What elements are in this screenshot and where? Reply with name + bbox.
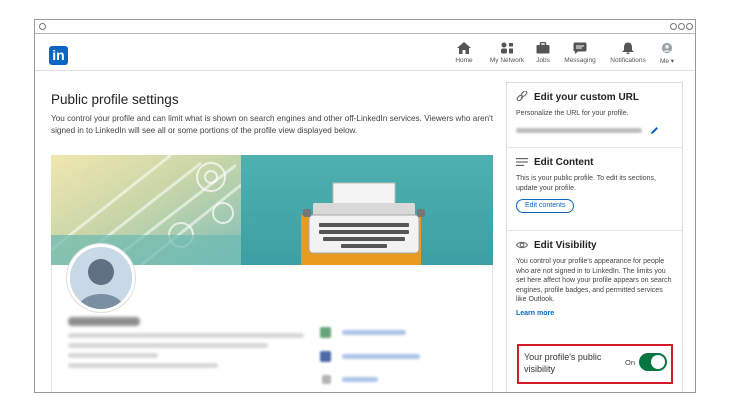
nav-messaging[interactable]: Messaging [557,42,603,70]
nav-me-label: Me ▾ [659,58,675,65]
nav-me[interactable]: Me ▾ [647,42,687,70]
edit-contents-button[interactable]: Edit contents [516,199,575,214]
profile-avatar [67,244,135,312]
school-logo-icon [320,351,331,362]
edit-visibility-section: Edit Visibility You control your profile… [507,231,682,341]
learn-more-link[interactable]: Learn more [516,310,673,317]
blurred-headline [68,353,158,358]
briefcase-icon [536,42,550,54]
edit-visibility-title: Edit Visibility [534,239,597,251]
profile-settings-intro: Public profile settings You control your… [51,92,495,137]
nav-messaging-label: Messaging [564,57,596,64]
pencil-icon[interactable] [650,126,659,135]
nav-notifications[interactable]: Notifications [605,42,651,70]
nav-home-label: Home [455,57,473,64]
page-description: You control your profile and can limit w… [51,114,493,135]
top-nav: in Home My Network Jobs Messaging Notifi… [35,35,695,71]
network-icon [501,42,513,54]
blurred-company-link [342,330,406,335]
blurred-profile-url [516,127,642,133]
blurred-headline [68,333,304,338]
main-content: Public profile settings You control your… [35,72,695,392]
blurred-headline [68,343,268,348]
nav-notifications-label: Notifications [610,57,646,64]
custom-url-section: Edit your custom URL Personalize the URL… [507,83,682,148]
avatar-icon [661,42,673,54]
eye-icon [516,241,528,249]
company-logo-icon [320,327,331,338]
custom-url-title: Edit your custom URL [534,91,640,103]
edit-visibility-description: You control your profile's appearance fo… [516,258,672,304]
public-visibility-highlight: Your profile's public visibility On [517,344,673,384]
chat-icon [573,42,587,54]
default-avatar-icon [70,247,132,309]
toggle-knob [651,355,665,369]
home-icon [457,42,471,54]
blurred-website-link [342,377,378,382]
blurred-profile-name [68,317,140,326]
public-visibility-toggle[interactable] [639,353,667,371]
custom-url-description: Personalize the URL for your profile. [516,110,629,117]
public-visibility-state: On [625,358,636,367]
public-visibility-label: Your profile's public visibility [524,352,602,374]
linkedin-logo[interactable]: in [49,46,68,65]
window-minimize-icon[interactable] [670,23,677,30]
bell-icon [622,42,634,54]
edit-content-title: Edit Content [534,156,594,168]
lines-icon [516,158,528,166]
page-title: Public profile settings [51,92,179,107]
browser-window: in Home My Network Jobs Messaging Notifi… [34,19,696,393]
link-icon [516,91,528,102]
edit-content-description: This is your public profile. To edit its… [516,175,656,192]
window-menu-icon[interactable] [39,23,46,30]
blurred-location [68,363,218,368]
website-link-icon [322,375,331,384]
blurred-school-link [342,354,420,359]
window-close-icon[interactable] [686,23,693,30]
nav-home[interactable]: Home [441,42,487,70]
window-titlebar [35,20,695,34]
window-maximize-icon[interactable] [678,23,685,30]
edit-content-section: Edit Content This is your public profile… [507,148,682,231]
